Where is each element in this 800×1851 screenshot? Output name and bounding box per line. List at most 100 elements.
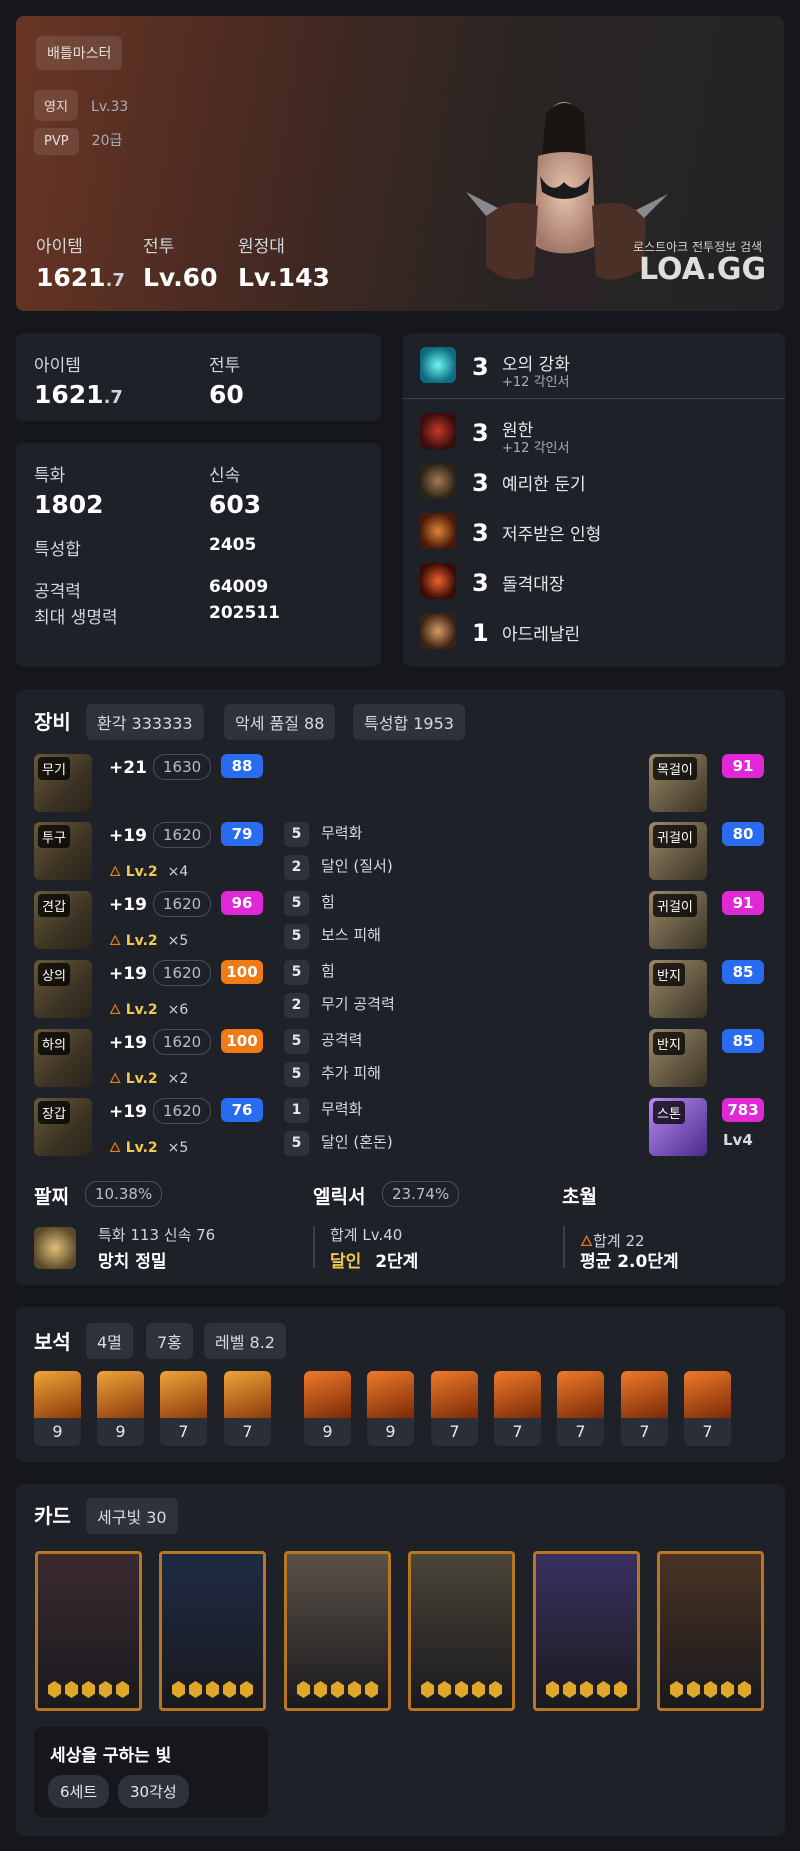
armor-option: 5 공격력 — [284, 1029, 362, 1054]
gem-level: 9 — [367, 1418, 414, 1446]
elixir-set-stage: 2단계 — [375, 1252, 419, 1272]
divider — [313, 1226, 315, 1268]
engraving-item[interactable]: 3 원한 +12 각인서 — [420, 413, 790, 456]
combat-level-stat: 전투 60 — [209, 356, 244, 409]
bracelet-icon[interactable] — [34, 1227, 76, 1269]
engraving-item[interactable]: 3 저주받은 인형 — [420, 513, 790, 553]
gem-item[interactable]: 7 — [557, 1371, 604, 1446]
cards-title: 카드 — [34, 1504, 71, 1528]
slot-label: 목걸이 — [653, 757, 697, 780]
gem-item[interactable]: 9 — [367, 1371, 414, 1446]
armor-item-level: 1620 — [153, 960, 212, 986]
armor-elixir: 🜂 Lv.2 ×6 — [109, 1002, 189, 1018]
gem-item[interactable]: 7 — [224, 1371, 271, 1446]
equipment-chip: 특성합 1953 — [353, 704, 465, 740]
slot-label: 상의 — [38, 963, 70, 986]
accessory-icon[interactable]: 반지 — [649, 960, 707, 1018]
engraving-item[interactable]: 1 아드레날린 — [420, 613, 790, 653]
gem-level: 7 — [684, 1418, 731, 1446]
card-set-name: 세상을 구하는 빛 — [50, 1746, 172, 1766]
awaken-row — [162, 1681, 263, 1702]
gem-item[interactable]: 7 — [684, 1371, 731, 1446]
accessory-icon[interactable]: 반지 — [649, 1029, 707, 1087]
card-item[interactable] — [284, 1551, 391, 1711]
accessory-icon[interactable]: 스톤 — [649, 1098, 707, 1156]
stats-card: 특화 1802 신속 603 특성합 2405 공격력 64009 최대 생명력… — [16, 443, 381, 667]
gem-item[interactable]: 9 — [304, 1371, 351, 1446]
engraving-top[interactable]: 3 오의 강화 +12 각인서 — [420, 347, 790, 390]
transcend-title: 초월 — [562, 1186, 597, 1208]
gem-item[interactable]: 7 — [621, 1371, 668, 1446]
accessory-icon[interactable]: 목걸이 — [649, 754, 707, 812]
accessory-icon[interactable]: 귀걸이 — [649, 891, 707, 949]
awaken-gem-icon — [704, 1681, 717, 1698]
accessory-icon[interactable]: 귀걸이 — [649, 822, 707, 880]
armor-icon[interactable]: 상의 — [34, 960, 92, 1018]
flame-icon: 🜂 — [109, 1071, 122, 1087]
card-set-panel: 세상을 구하는 빛 6세트 30각성 — [34, 1727, 268, 1817]
cursed-doll-icon — [420, 513, 456, 549]
engraving-item[interactable]: 3 돌격대장 — [420, 563, 790, 603]
awaken-gem-icon — [189, 1681, 202, 1698]
flame-icon: 🜂 — [109, 1002, 122, 1018]
gem-icon — [494, 1371, 541, 1418]
gem-level: 9 — [304, 1418, 351, 1446]
item-level-stat: 아이템 1621.7 — [34, 356, 123, 409]
armor-icon[interactable]: 견갑 — [34, 891, 92, 949]
level-card: 아이템 1621.7 전투 60 — [16, 333, 381, 421]
awaken-gem-icon — [489, 1681, 502, 1698]
armor-option: 5힘 — [284, 891, 335, 916]
awaken-row — [38, 1681, 139, 1702]
elixir-set-name: 달인 — [330, 1252, 362, 1272]
armor-option: 5 무력화 — [284, 822, 362, 847]
card-item[interactable] — [533, 1551, 640, 1711]
gem-item[interactable]: 7 — [160, 1371, 207, 1446]
equipment-chip: 악세 품질 88 — [224, 704, 336, 740]
watermark-logo: LOA.GG — [639, 252, 767, 287]
armor-item-level: 1620 — [153, 1098, 212, 1124]
armor-option: 2 달인 (질서) — [284, 855, 393, 880]
gem-item[interactable]: 9 — [34, 1371, 81, 1446]
awaken-gem-icon — [82, 1681, 95, 1698]
armor-icon[interactable]: 무기 — [34, 754, 92, 812]
card-item[interactable] — [35, 1551, 142, 1711]
gem-item[interactable]: 7 — [494, 1371, 541, 1446]
raid-captain-icon — [420, 563, 456, 599]
armor-icon[interactable]: 하의 — [34, 1029, 92, 1087]
pvp-row: PVP 20급 — [34, 128, 122, 155]
hero-roster-level: 원정대 Lv.143 — [238, 237, 330, 292]
armor-upgrade: +19 — [109, 1033, 147, 1053]
armor-icon[interactable]: 장갑 — [34, 1098, 92, 1156]
transcend-average: 평균 2.0단계 — [580, 1252, 679, 1272]
hp-value: 202511 — [209, 603, 280, 623]
awaken-gem-icon — [223, 1681, 236, 1698]
slot-label: 반지 — [653, 1032, 685, 1055]
slot-label: 하의 — [38, 1032, 70, 1055]
armor-icon[interactable]: 투구 — [34, 822, 92, 880]
engraving-divider — [403, 398, 785, 399]
awaken-gem-icon — [472, 1681, 485, 1698]
card-item[interactable] — [159, 1551, 266, 1711]
ark-passive-icon — [420, 347, 456, 383]
elixir-title: 엘릭서 — [313, 1186, 366, 1208]
awaken-gem-icon — [614, 1681, 627, 1698]
slot-label: 견갑 — [38, 894, 70, 917]
quality-badge: 80 — [722, 822, 764, 846]
awaken-gem-icon — [65, 1681, 78, 1698]
engraving-item[interactable]: 3 예리한 둔기 — [420, 463, 790, 503]
armor-upgrade: +21 — [109, 758, 147, 778]
card-item[interactable] — [408, 1551, 515, 1711]
awaken-gem-icon — [365, 1681, 378, 1698]
slot-label: 귀걸이 — [653, 894, 697, 917]
flame-icon: 🜂 — [109, 1140, 122, 1156]
cards-chip: 세구빛 30 — [86, 1498, 178, 1534]
quality-badge: 96 — [221, 891, 263, 915]
armor-item-level: 1620 — [153, 822, 212, 848]
armor-option: 5 보스 피해 — [284, 924, 381, 949]
quality-badge: 91 — [722, 891, 764, 915]
card-item[interactable] — [657, 1551, 764, 1711]
gem-item[interactable]: 9 — [97, 1371, 144, 1446]
gem-icon — [224, 1371, 271, 1418]
awaken-gem-icon — [116, 1681, 129, 1698]
gem-item[interactable]: 7 — [431, 1371, 478, 1446]
